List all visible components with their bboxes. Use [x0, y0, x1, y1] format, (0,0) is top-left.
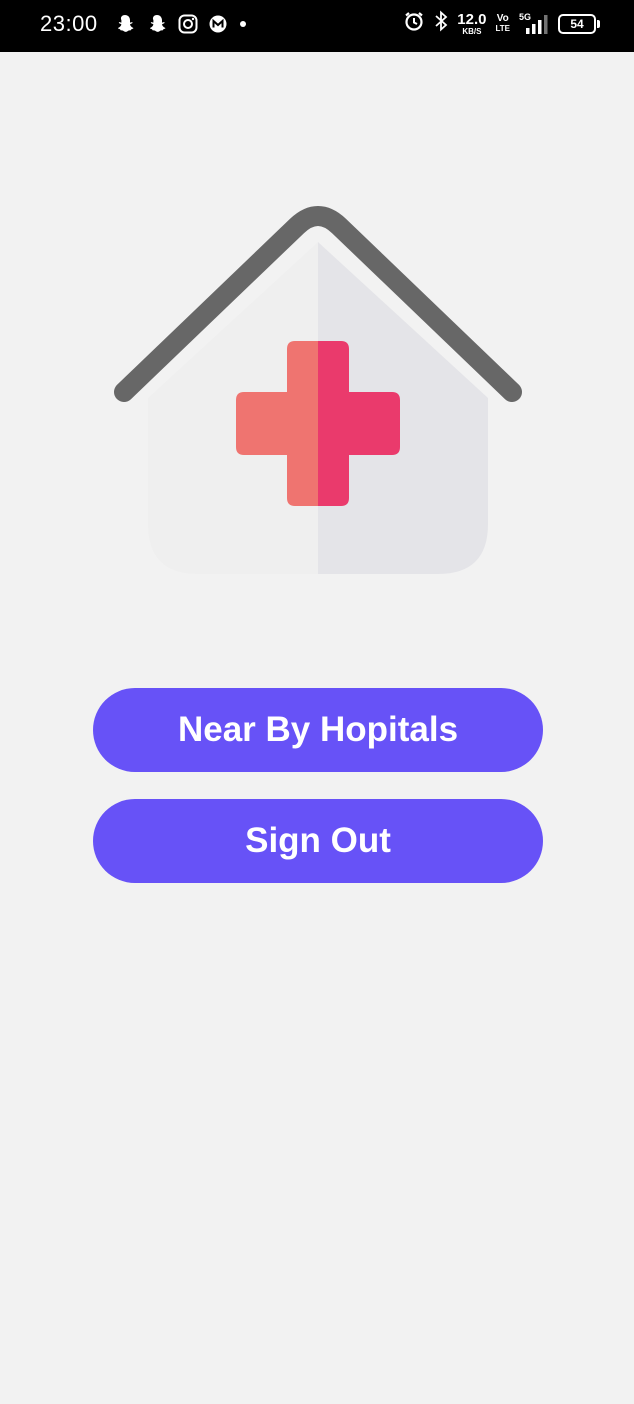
- notification-icons: [114, 13, 248, 35]
- volte-indicator: Vo LTE: [495, 14, 510, 33]
- signal-icon: [526, 14, 548, 34]
- snapchat-icon: [146, 13, 168, 35]
- dot-icon: [238, 19, 248, 29]
- signal-indicator: 5G: [519, 12, 549, 36]
- sign-out-button[interactable]: Sign Out: [93, 799, 543, 883]
- hospital-house-icon: [114, 206, 522, 574]
- m-app-icon: [208, 14, 228, 34]
- instagram-icon: [178, 14, 198, 34]
- snapchat-icon: [114, 13, 136, 35]
- volte-top-label: Vo: [496, 13, 509, 24]
- alarm-icon: [403, 10, 425, 37]
- near-by-hospitals-button[interactable]: Near By Hopitals: [93, 688, 543, 772]
- network-speed-unit: KB/S: [462, 26, 482, 36]
- battery-icon: 54: [558, 13, 600, 34]
- network-speed: 12.0 KB/S: [457, 12, 486, 36]
- status-time: 23:00: [40, 11, 98, 36]
- network-speed-value: 12.0: [457, 10, 487, 28]
- system-status-icons: 12.0 KB/S Vo LTE 5G 54: [403, 10, 600, 37]
- volte-bottom-label: LTE: [495, 24, 510, 33]
- status-bar: 23:00 12.0 KB/S Vo LTE 5G 54: [0, 0, 634, 52]
- bluetooth-icon: [434, 10, 448, 37]
